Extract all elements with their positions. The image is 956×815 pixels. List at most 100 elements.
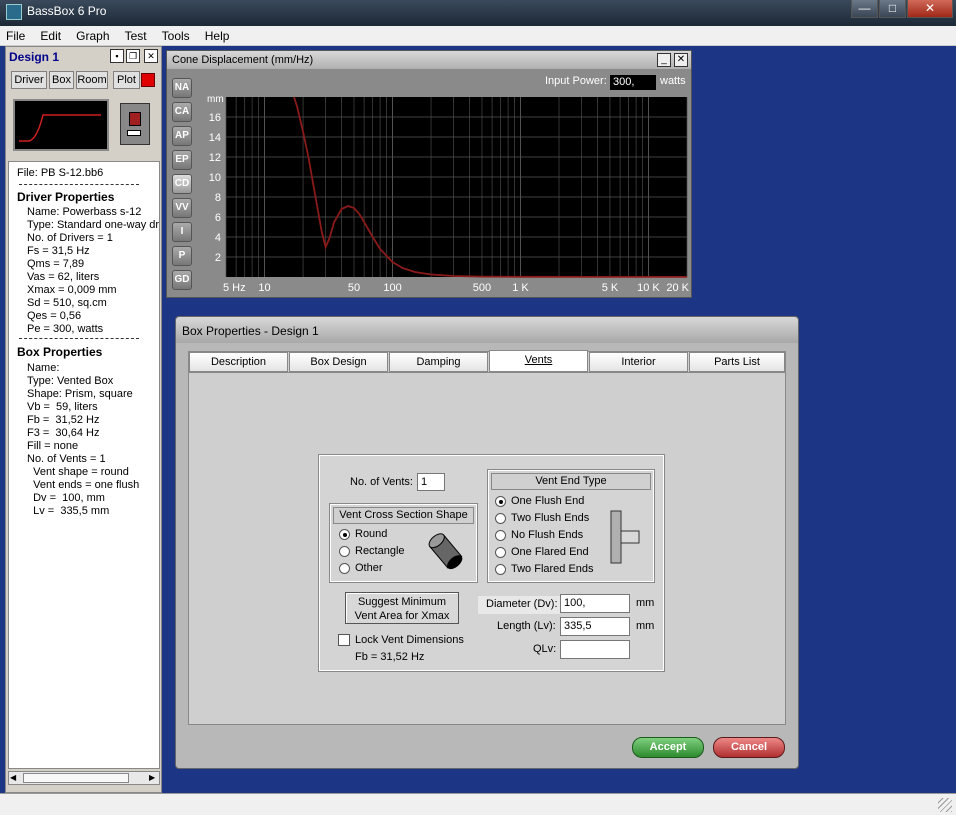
y-tick-label: 10 [209,172,221,184]
y-axis-label: mm [207,94,224,105]
driver-property-line: Pe = 300, watts [27,323,104,335]
box-property-line: Vent shape = round [27,466,129,478]
end-type-label: One Flared End [511,546,589,558]
cross-section-header: Vent Cross Section Shape [333,507,474,524]
scroll-thumb[interactable] [23,773,129,783]
box-property-line: F3 = 30,64 Hz [27,427,100,439]
tab-parts-list[interactable]: Parts List [689,352,785,372]
horizontal-scrollbar[interactable]: ◀ ▶ [8,771,160,785]
box-property-line: Name: [27,362,60,374]
separator [19,184,139,185]
diameter-field[interactable]: 100, [560,594,630,613]
menu-graph[interactable]: Graph [70,26,115,44]
maximize-button[interactable]: □ [879,0,906,18]
y-tick-label: 16 [209,112,221,124]
driver-property-line: Xmax = 0,009 mm [27,284,117,296]
design-info-area: File: PB S-12.bb6 Driver Properties Name… [8,161,160,769]
design-title: Design 1 [9,50,60,64]
qlv-label: QLv: [533,643,557,655]
cone-displacement-chart[interactable]: 2 4 6 8 10 12 14 16 5 Hz 10 50 100 500 1 K 5 K 10 K 20 … [167,69,691,297]
menu-tools[interactable]: Tools [156,26,196,44]
radio-end-type[interactable] [495,547,506,558]
lock-vent-checkbox[interactable] [338,634,350,646]
driver-property-line: Vas = 62, liters [27,271,100,283]
y-tick-label: 12 [209,152,221,164]
rectangle-label: Rectangle [355,545,405,557]
speaker-box-icon[interactable] [120,103,150,145]
x-tick-label: 1 K [512,282,529,294]
close-design-icon[interactable]: ✕ [144,49,158,63]
plot-color-swatch[interactable] [141,73,155,87]
tab-driver[interactable]: Driver [11,71,47,89]
close-button[interactable]: ✕ [907,0,953,18]
tab-interior[interactable]: Interior [589,352,688,372]
cancel-button[interactable]: Cancel [713,737,785,758]
length-unit: mm [636,620,655,632]
box-dialog-title: Box Properties - Design 1 [182,324,319,338]
tab-description[interactable]: Description [189,352,288,372]
copy-icon[interactable]: ❐ [126,49,140,63]
lock-vent-label: Lock Vent Dimensions [355,634,464,646]
box-dialog-titlebar[interactable]: Box Properties - Design 1 [176,317,798,343]
file-line: File: PB S-12.bb6 [17,167,104,179]
minimize-graph-icon[interactable]: _ [657,53,671,67]
qlv-field[interactable] [560,640,630,659]
box-property-line: Dv = 100, mm [27,492,105,504]
box-property-line: No. of Vents = 1 [27,453,106,465]
x-tick-label: 20 K [666,282,689,294]
tab-box[interactable]: Box [49,71,74,89]
scroll-right-icon[interactable]: ▶ [149,773,159,783]
scroll-left-icon[interactable]: ◀ [10,773,20,783]
radio-end-type[interactable] [495,496,506,507]
accept-button[interactable]: Accept [632,737,704,758]
minimize-button[interactable]: — [851,0,878,18]
menu-test[interactable]: Test [119,26,153,44]
tab-plot[interactable]: Plot [113,71,140,89]
save-icon[interactable]: ▪ [110,49,124,63]
radio-end-type[interactable] [495,513,506,524]
radio-round[interactable] [339,529,350,540]
menu-edit[interactable]: Edit [34,26,67,44]
resize-grip-icon[interactable] [938,798,952,812]
radio-end-type[interactable] [495,564,506,575]
title-bar: BassBox 6 Pro — □ ✕ [0,0,956,26]
driver-property-line: No. of Drivers = 1 [27,232,113,244]
cross-section-group: Vent Cross Section Shape Round Rectangle… [329,503,478,583]
box-property-line: Vent ends = one flush [27,479,140,491]
close-graph-icon[interactable]: ✕ [674,53,688,67]
radio-other[interactable] [339,563,350,574]
tab-vents[interactable]: Vents [489,350,588,372]
diameter-label: Diameter (Dv): [478,596,560,614]
y-tick-label: 2 [215,252,221,264]
separator [19,338,139,339]
x-tick-label: 100 [383,282,401,294]
plot-background [226,97,687,277]
design-panel: Design 1 ▪ ❐ ✕ Driver Box Room Plot File… [5,46,162,793]
cone-window-titlebar[interactable]: Cone Displacement (mm/Hz) _ ✕ [167,51,691,69]
x-tick-label: 10 [258,282,270,294]
box-property-line: Fb = 31,52 Hz [27,414,100,426]
box-heading: Box Properties [17,345,103,359]
menu-file[interactable]: File [0,26,31,44]
radio-rectangle[interactable] [339,546,350,557]
tab-damping[interactable]: Damping [389,352,488,372]
x-tick-label: 5 K [602,282,619,294]
no-vents-field[interactable]: 1 [417,473,445,491]
end-type-header: Vent End Type [491,473,651,490]
box-property-line: Type: Vented Box [27,375,114,387]
tab-room[interactable]: Room [76,71,108,89]
tab-box-design[interactable]: Box Design [289,352,388,372]
driver-property-line: Name: Powerbass s-12 [27,206,142,218]
menu-help[interactable]: Help [199,26,236,44]
y-tick-label: 6 [215,212,221,224]
length-field[interactable]: 335,5 [560,617,630,636]
suggest-minimum-vent-button[interactable]: Suggest Minimum Vent Area for Xmax [345,592,459,624]
round-vent-shape-icon [428,533,463,570]
tab-container: Description Box Design Damping Vents Int… [188,350,786,725]
menu-bar: File Edit Graph Test Tools Help [0,26,956,46]
status-bar [0,793,956,815]
radio-end-type[interactable] [495,530,506,541]
response-thumbnail[interactable] [13,99,109,151]
y-tick-label: 8 [215,192,221,204]
thumbnail-curve-icon [19,114,101,142]
